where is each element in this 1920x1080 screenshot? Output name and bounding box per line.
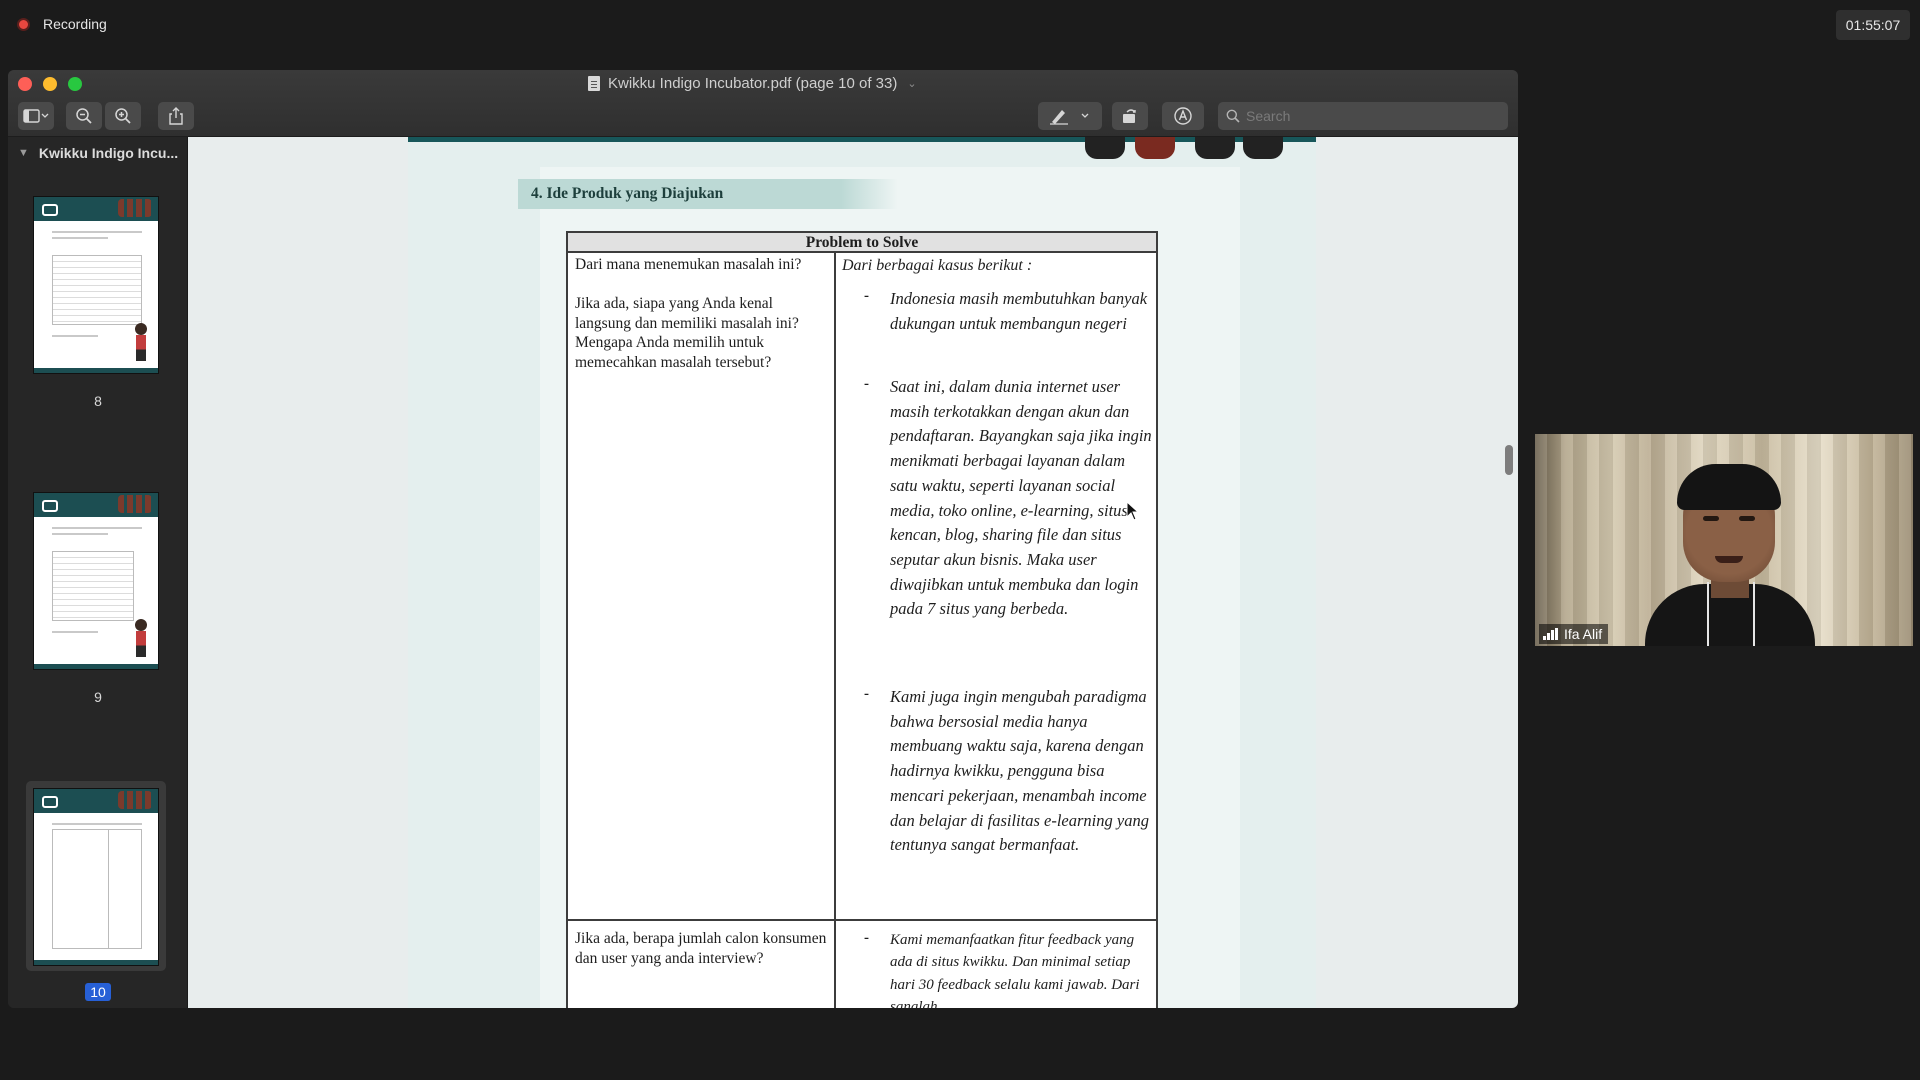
search-icon — [1226, 109, 1240, 123]
row1-question-origin: Dari mana menemukan masalah ini? — [575, 256, 802, 273]
zoom-in-button[interactable] — [105, 102, 141, 130]
row1-bullet-2: Saat ini, dalam dunia internet user masi… — [890, 377, 1152, 619]
document-view[interactable]: 4. Ide Produk yang Diajukan Problem to S… — [188, 137, 1518, 1008]
search-field[interactable] — [1218, 102, 1508, 130]
bullet-dash: - — [864, 288, 869, 304]
zoom-in-icon — [115, 108, 131, 124]
bullet-dash: - — [864, 686, 869, 702]
markup-pen-button[interactable] — [1038, 102, 1102, 130]
document-icon — [588, 76, 600, 91]
page-thumbnail-8[interactable] — [34, 197, 158, 373]
zoom-out-button[interactable] — [66, 102, 102, 130]
share-icon — [169, 107, 183, 125]
participant-video-tile: Ifa Alif — [1535, 434, 1913, 646]
sidebar-document-header[interactable]: ▼ Kwikku Indigo Incu... — [18, 145, 178, 161]
signal-strength-icon — [1543, 628, 1558, 640]
sidebar-icon — [23, 109, 49, 123]
sidebar-document-title: Kwikku Indigo Incu... — [38, 145, 179, 161]
row2-question: Jika ada, berapa jumlah calon konsumen d… — [575, 930, 827, 967]
disclosure-triangle-icon[interactable]: ▼ — [18, 147, 29, 159]
row1-bullet-3: Kami juga ingin mengubah paradigma bahwa… — [890, 687, 1149, 855]
mouse-pointer-icon — [1126, 501, 1140, 521]
problem-table: Problem to Solve Dari mana menemukan mas… — [566, 231, 1158, 1008]
row1-question-who: Jika ada, siapa yang Anda kenal langsung… — [575, 295, 799, 371]
recording-label: Recording — [43, 16, 107, 32]
section-heading: 4. Ide Produk yang Diajukan — [518, 179, 898, 209]
recording-bar: Recording 01:55:07 — [0, 0, 1920, 50]
page-number-8: 8 — [94, 393, 102, 409]
participant-name-label: Ifa Alif — [1539, 624, 1609, 644]
pdf-page: 4. Ide Produk yang Diajukan Problem to S… — [408, 137, 1316, 1008]
participant-name: Ifa Alif — [1564, 626, 1603, 642]
recording-timer: 01:55:07 — [1836, 10, 1910, 40]
page-number-10: 10 — [8, 983, 188, 1001]
bullet-dash: - — [864, 930, 869, 946]
document-scrollbar[interactable] — [1505, 445, 1513, 475]
chevron-down-icon: ⌄ — [907, 78, 917, 90]
participant-video-feed — [1645, 464, 1815, 646]
search-input[interactable] — [1246, 106, 1496, 126]
pen-icon — [1050, 110, 1089, 125]
page-header-illustration — [1083, 137, 1303, 161]
close-window-button[interactable] — [18, 77, 32, 91]
sidebar-toggle-button[interactable] — [18, 102, 54, 130]
title-bar: Kwikku Indigo Incubator.pdf (page 10 of … — [8, 70, 1518, 137]
page-number-10-label: 10 — [85, 983, 111, 1001]
row2-bullet-1: Kami memanfaatkan fitur feedback yang ad… — [890, 932, 1140, 1008]
rotate-icon — [1123, 109, 1136, 123]
recording-dot-icon — [17, 18, 30, 31]
bullet-dash: - — [864, 376, 869, 392]
share-button[interactable] — [158, 102, 194, 130]
document-title[interactable]: Kwikku Indigo Incubator.pdf (page 10 of … — [588, 75, 917, 92]
markup-toolbar-button[interactable] — [1162, 102, 1204, 130]
row1-answer-intro: Dari berbagai kasus berikut : — [842, 257, 1033, 274]
fullscreen-window-button[interactable] — [68, 77, 82, 91]
row1-bullet-1: Indonesia masih membutuhkan banyak dukun… — [890, 289, 1148, 333]
rotate-button[interactable] — [1112, 102, 1148, 130]
page-number-9: 9 — [94, 689, 102, 705]
document-title-text: Kwikku Indigo Incubator.pdf (page 10 of … — [608, 75, 898, 92]
page-thumbnail-10[interactable] — [34, 789, 158, 965]
page-thumbnail-9[interactable] — [34, 493, 158, 669]
table-header: Problem to Solve — [568, 233, 1156, 253]
zoom-out-icon — [76, 108, 92, 124]
minimize-window-button[interactable] — [43, 77, 57, 91]
thumbnail-sidebar: ▼ Kwikku Indigo Incu... 8 9 10 — [8, 137, 188, 1008]
markup-circle-icon — [1174, 107, 1192, 125]
preview-window: Kwikku Indigo Incubator.pdf (page 10 of … — [8, 70, 1518, 1008]
